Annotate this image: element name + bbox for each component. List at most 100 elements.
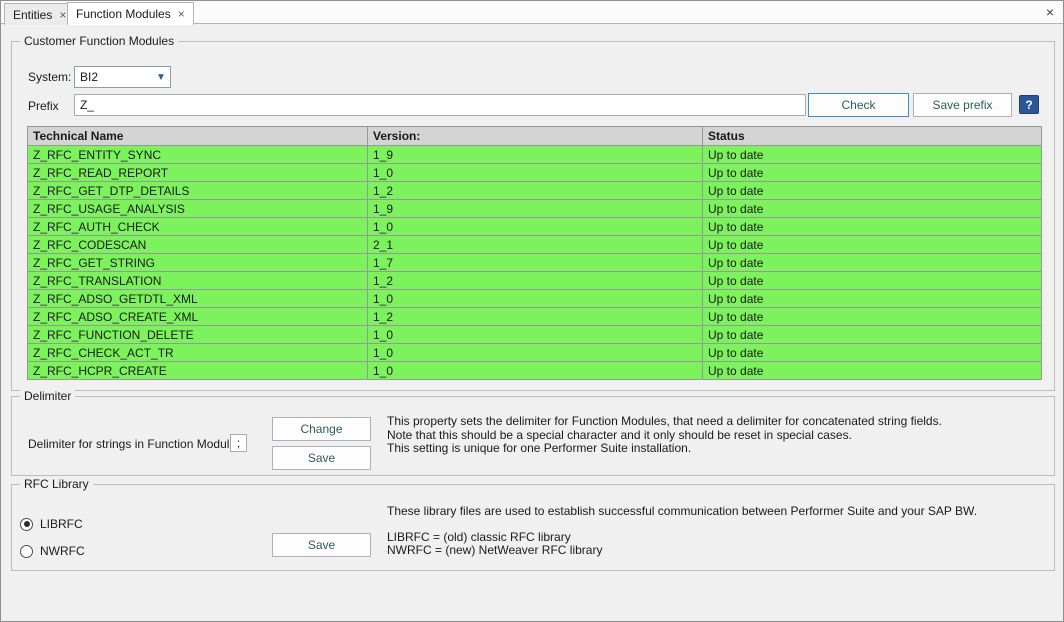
cell-version: 1_0 [368, 164, 703, 182]
rfc-description-intro: These library files are used to establis… [387, 505, 977, 519]
cell-status: Up to date [703, 182, 1042, 200]
app-window: Entities × Function Modules × × Customer… [0, 0, 1064, 622]
cell-status: Up to date [703, 272, 1042, 290]
delimiter-group: Delimiter Delimiter for strings in Funct… [11, 396, 1055, 476]
cell-technical-name: Z_RFC_READ_REPORT [28, 164, 368, 182]
column-header-status[interactable]: Status [703, 127, 1042, 146]
table-header-row: Technical Name Version: Status [28, 127, 1042, 146]
save-prefix-button[interactable]: Save prefix [913, 93, 1012, 117]
cell-technical-name: Z_RFC_TRANSLATION [28, 272, 368, 290]
table-row[interactable]: Z_RFC_CODESCAN2_1Up to date [28, 236, 1042, 254]
cell-version: 1_9 [368, 146, 703, 164]
cell-version: 1_9 [368, 200, 703, 218]
tab-entities[interactable]: Entities × [4, 3, 75, 25]
tab-close-icon[interactable]: × [59, 9, 66, 21]
table-row[interactable]: Z_RFC_USAGE_ANALYSIS1_9Up to date [28, 200, 1042, 218]
librfc-radio[interactable]: LIBRFC [20, 517, 83, 531]
cell-status: Up to date [703, 326, 1042, 344]
cell-technical-name: Z_RFC_GET_STRING [28, 254, 368, 272]
check-button[interactable]: Check [808, 93, 909, 117]
cell-status: Up to date [703, 254, 1042, 272]
table-row[interactable]: Z_RFC_ENTITY_SYNC1_9Up to date [28, 146, 1042, 164]
cell-version: 1_2 [368, 308, 703, 326]
system-dropdown[interactable]: BI2 ▼ [74, 66, 171, 88]
prefix-input[interactable]: Z_ [74, 94, 806, 116]
system-label: System: [28, 70, 71, 84]
delimiter-description: This property sets the delimiter for Fun… [387, 415, 942, 456]
system-dropdown-value: BI2 [75, 70, 152, 84]
cell-version: 1_0 [368, 218, 703, 236]
cell-technical-name: Z_RFC_FUNCTION_DELETE [28, 326, 368, 344]
help-icon[interactable]: ? [1019, 95, 1039, 114]
tab-label: Function Modules [76, 7, 171, 21]
window-close-icon[interactable]: × [1046, 5, 1054, 19]
cell-technical-name: Z_RFC_AUTH_CHECK [28, 218, 368, 236]
fm-table-body: Z_RFC_ENTITY_SYNC1_9Up to dateZ_RFC_READ… [28, 146, 1042, 380]
column-header-version[interactable]: Version: [368, 127, 703, 146]
cell-technical-name: Z_RFC_GET_DTP_DETAILS [28, 182, 368, 200]
table-row[interactable]: Z_RFC_TRANSLATION1_2Up to date [28, 272, 1042, 290]
librfc-radio-label: LIBRFC [40, 517, 83, 531]
cell-version: 1_0 [368, 362, 703, 380]
rfc-save-button[interactable]: Save [272, 533, 371, 557]
table-row[interactable]: Z_RFC_ADSO_CREATE_XML1_2Up to date [28, 308, 1042, 326]
cell-version: 1_0 [368, 344, 703, 362]
cell-status: Up to date [703, 308, 1042, 326]
table-row[interactable]: Z_RFC_HCPR_CREATE1_0Up to date [28, 362, 1042, 380]
table-row[interactable]: Z_RFC_GET_STRING1_7Up to date [28, 254, 1042, 272]
cell-technical-name: Z_RFC_CODESCAN [28, 236, 368, 254]
nwrfc-radio[interactable]: NWRFC [20, 544, 85, 558]
delimiter-description-line: This property sets the delimiter for Fun… [387, 415, 942, 429]
column-header-technical-name[interactable]: Technical Name [28, 127, 368, 146]
group-title: Customer Function Modules [20, 34, 178, 48]
cell-version: 1_2 [368, 182, 703, 200]
cell-status: Up to date [703, 200, 1042, 218]
cell-status: Up to date [703, 290, 1042, 308]
cell-technical-name: Z_RFC_HCPR_CREATE [28, 362, 368, 380]
prefix-input-value: Z_ [80, 98, 94, 112]
cell-status: Up to date [703, 236, 1042, 254]
delimiter-label: Delimiter for strings in Function Module… [28, 437, 242, 451]
tab-bar: Entities × Function Modules × × [1, 1, 1063, 24]
cell-technical-name: Z_RFC_USAGE_ANALYSIS [28, 200, 368, 218]
cell-version: 1_0 [368, 326, 703, 344]
cell-technical-name: Z_RFC_ENTITY_SYNC [28, 146, 368, 164]
group-title: RFC Library [20, 477, 93, 491]
delimiter-save-button[interactable]: Save [272, 446, 371, 470]
table-row[interactable]: Z_RFC_AUTH_CHECK1_0Up to date [28, 218, 1042, 236]
rfc-description-nwrfc: NWRFC = (new) NetWeaver RFC library [387, 544, 602, 558]
cell-status: Up to date [703, 218, 1042, 236]
tab-close-icon[interactable]: × [178, 8, 185, 20]
delimiter-input[interactable]: ; [230, 434, 247, 452]
cell-version: 2_1 [368, 236, 703, 254]
tab-label: Entities [13, 8, 52, 22]
nwrfc-radio-label: NWRFC [40, 544, 85, 558]
group-title: Delimiter [20, 389, 75, 403]
cell-status: Up to date [703, 164, 1042, 182]
change-button[interactable]: Change [272, 417, 371, 441]
table-row[interactable]: Z_RFC_GET_DTP_DETAILS1_2Up to date [28, 182, 1042, 200]
table-row[interactable]: Z_RFC_CHECK_ACT_TR1_0Up to date [28, 344, 1042, 362]
delimiter-input-value: ; [237, 436, 240, 450]
cell-status: Up to date [703, 146, 1042, 164]
cell-status: Up to date [703, 362, 1042, 380]
cell-version: 1_2 [368, 272, 703, 290]
function-modules-table: Technical Name Version: Status Z_RFC_ENT… [27, 126, 1041, 380]
cell-technical-name: Z_RFC_ADSO_GETDTL_XML [28, 290, 368, 308]
main-content: Customer Function Modules System: BI2 ▼ … [1, 24, 1063, 622]
prefix-label: Prefix [28, 99, 59, 113]
cell-version: 1_7 [368, 254, 703, 272]
rfc-library-group: RFC Library LIBRFC NWRFC Save These libr… [11, 484, 1055, 571]
table-row[interactable]: Z_RFC_FUNCTION_DELETE1_0Up to date [28, 326, 1042, 344]
tab-function-modules[interactable]: Function Modules × [67, 2, 194, 25]
table-row[interactable]: Z_RFC_READ_REPORT1_0Up to date [28, 164, 1042, 182]
delimiter-description-line: Note that this should be a special chara… [387, 429, 942, 443]
table-row[interactable]: Z_RFC_ADSO_GETDTL_XML1_0Up to date [28, 290, 1042, 308]
customer-function-modules-group: Customer Function Modules System: BI2 ▼ … [11, 41, 1055, 391]
cell-technical-name: Z_RFC_CHECK_ACT_TR [28, 344, 368, 362]
chevron-down-icon: ▼ [152, 72, 170, 83]
cell-status: Up to date [703, 344, 1042, 362]
delimiter-description-line: This setting is unique for one Performer… [387, 442, 942, 456]
cell-version: 1_0 [368, 290, 703, 308]
radio-unselected-icon [20, 545, 33, 558]
